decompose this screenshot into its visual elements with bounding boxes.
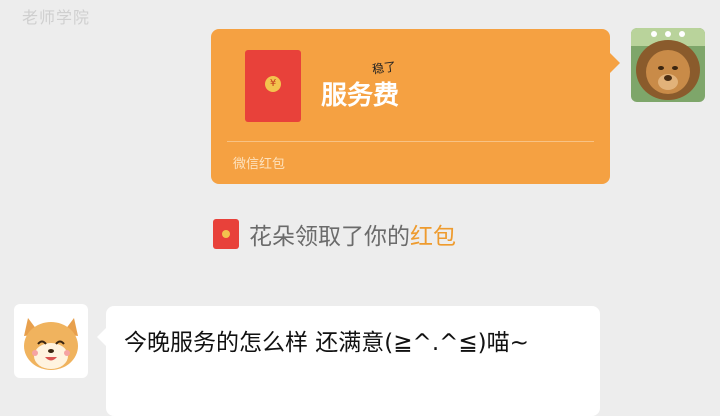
contact-avatar[interactable]: [14, 304, 88, 378]
notice-text: 花朵领取了你的: [249, 224, 410, 250]
packet-title: 服务费: [321, 81, 400, 111]
notice-link-red-packet[interactable]: 红包: [410, 217, 456, 251]
packet-footer-label: 微信红包: [233, 157, 286, 172]
incoming-text-message[interactable]: 今晚服务的怎么样 还满意(≧^.^≦)喵~: [97, 306, 600, 416]
packet-divider: [227, 141, 594, 142]
top-banner: 老师学院: [22, 8, 91, 27]
coin-icon: ¥: [265, 76, 281, 92]
red-packet-message[interactable]: ¥ 稳了 服务费 微信红包: [211, 29, 620, 184]
lion-avatar-icon: [631, 28, 705, 102]
red-envelope-icon: [213, 219, 239, 249]
shiba-avatar-icon: [14, 304, 88, 378]
message-text: 今晚服务的怎么样 还满意(≧^.^≦)喵~: [124, 330, 529, 356]
system-notice: 花朵领取了你的 红包: [213, 218, 456, 250]
red-envelope-icon: ¥: [245, 50, 301, 122]
my-avatar[interactable]: [631, 28, 705, 102]
